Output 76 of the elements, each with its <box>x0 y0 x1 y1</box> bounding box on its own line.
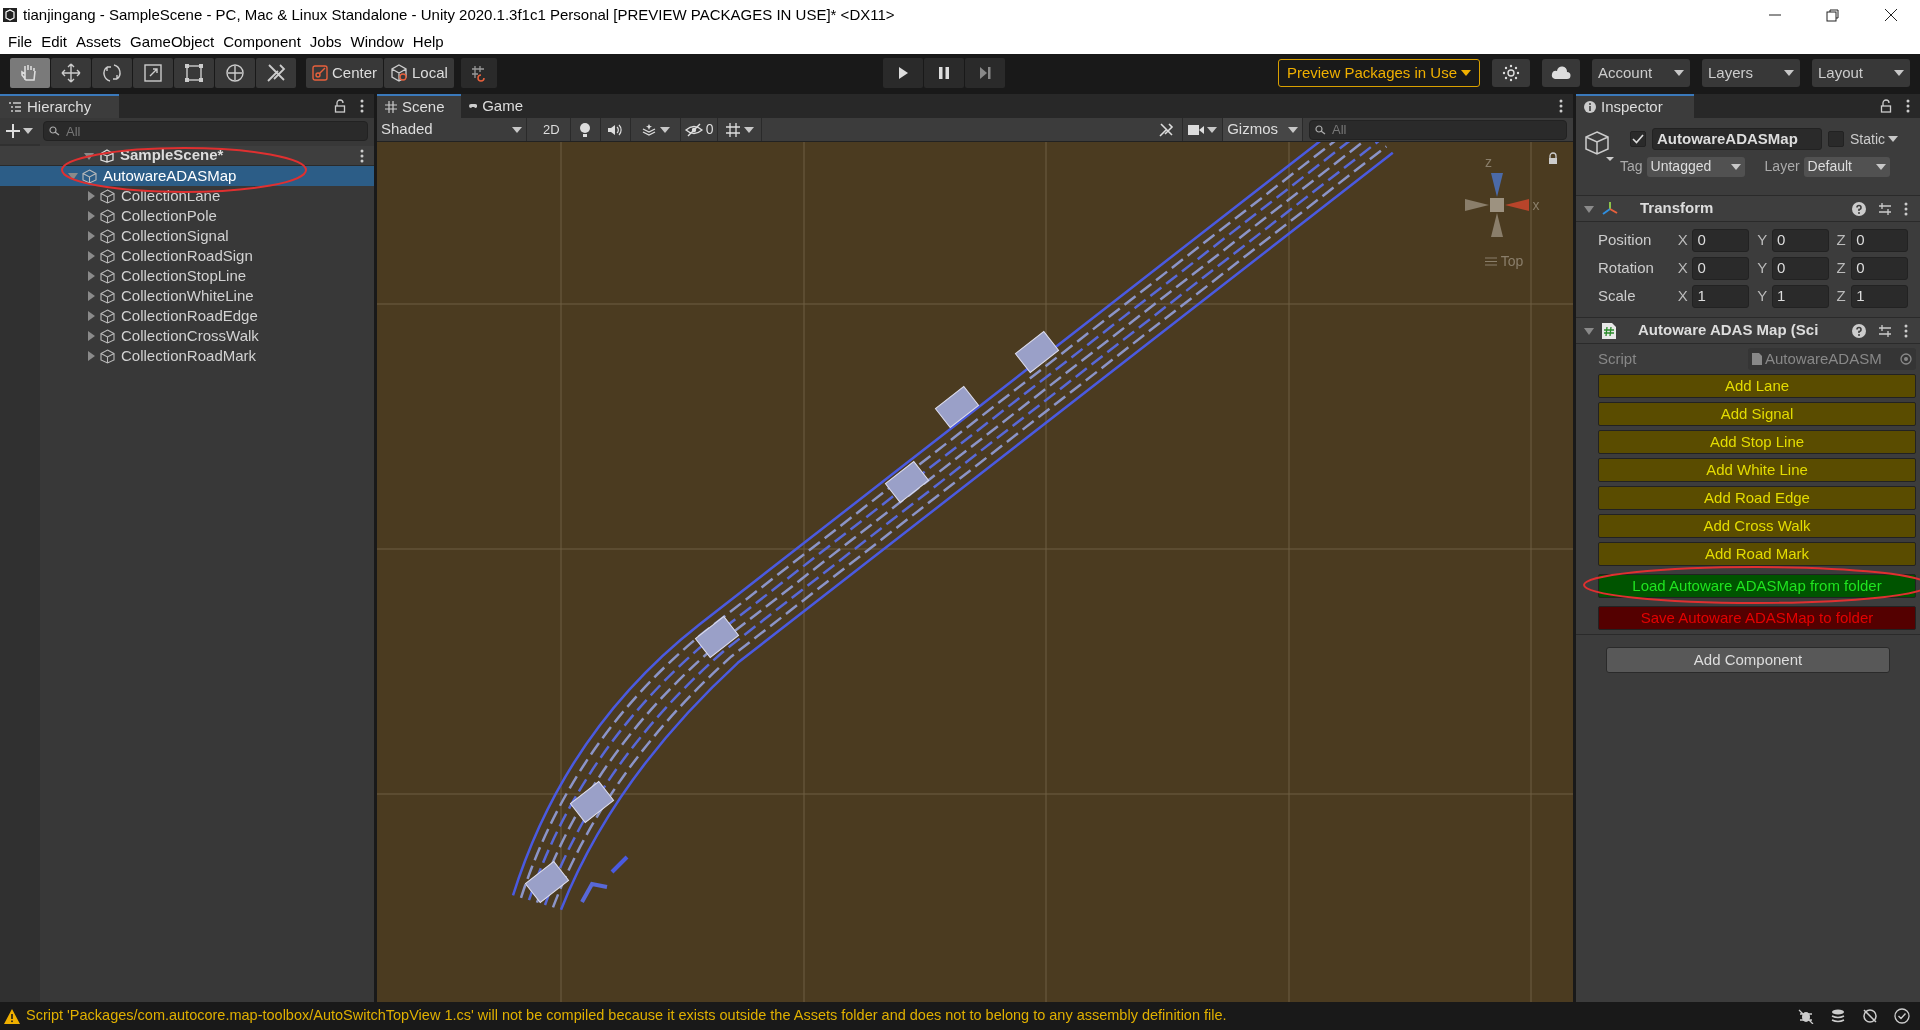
gizmos-dropdown[interactable]: Gizmos <box>1223 118 1303 141</box>
axis-label: Y <box>1757 230 1769 251</box>
number-field[interactable]: 0 <box>1692 229 1750 252</box>
number-field[interactable]: 1 <box>1851 285 1908 308</box>
scene-header[interactable]: SampleScene* <box>0 146 374 166</box>
hierarchy-item[interactable]: AutowareADASMap <box>0 166 374 186</box>
menu-item[interactable]: Help <box>408 30 448 54</box>
preview-packages-button[interactable]: Preview Packages in Use <box>1277 59 1480 87</box>
number-field[interactable]: 0 <box>1692 257 1750 280</box>
hierarchy-item[interactable]: CollectionRoadMark <box>0 346 374 366</box>
layout-dropdown[interactable]: Layout <box>1812 59 1910 87</box>
hidden-objects-toggle[interactable]: 0 <box>680 118 719 141</box>
hierarchy-item[interactable]: CollectionSignal <box>0 226 374 246</box>
number-field[interactable]: 1 <box>1692 285 1750 308</box>
shading-dropdown[interactable]: Shaded <box>377 118 527 141</box>
number-field[interactable]: 0 <box>1771 257 1829 280</box>
field-label: Scale <box>1598 286 1637 307</box>
axis-label: Z <box>1836 286 1847 307</box>
number-field[interactable]: 0 <box>1851 257 1908 280</box>
script-field: AutowareADASM <box>1748 348 1916 370</box>
layer-dropdown[interactable]: Default <box>1803 156 1890 177</box>
field-label: Script <box>1598 348 1638 369</box>
window-title: tianjingang - SampleScene - PC, Mac & Linux Standalone - Unity 2020.1.3f1c1 Personal [PREVIEW PACKAGES IN USE]* <DX11> <box>23 4 895 25</box>
axis-label: Y <box>1757 286 1769 307</box>
hierarchy-item[interactable]: CollectionWhiteLine <box>0 286 374 306</box>
layers-dropdown[interactable]: Layers <box>1702 59 1800 87</box>
map-action-button[interactable]: Add Stop Line <box>1598 430 1916 454</box>
pivot-button[interactable]: Center <box>306 58 384 88</box>
panel-tab[interactable]: Scene <box>377 94 461 118</box>
panel-tab[interactable]: Inspector <box>1576 94 1694 118</box>
map-action-button[interactable]: Add Road Edge <box>1598 486 1916 510</box>
axis-label: Z <box>1836 230 1847 251</box>
search-field[interactable]: All <box>43 121 368 141</box>
menu-item[interactable]: GameObject <box>126 30 219 54</box>
object-name-field[interactable]: AutowareADASMap <box>1652 128 1822 150</box>
axis-label: Z <box>1836 258 1847 279</box>
hierarchy-item[interactable]: CollectionRoadEdge <box>0 306 374 326</box>
axis-label: Y <box>1757 258 1769 279</box>
search-field[interactable]: All <box>1309 119 1567 140</box>
axis-label: z <box>1485 153 1492 172</box>
map-action-button[interactable]: Add Cross Walk <box>1598 514 1916 538</box>
hierarchy-item[interactable]: CollectionCrossWalk <box>0 326 374 346</box>
axis-label: X <box>1677 230 1689 251</box>
number-field[interactable]: 0 <box>1851 229 1908 252</box>
panel-tab[interactable]: Hierarchy <box>0 94 119 118</box>
menu-item[interactable]: Edit <box>37 30 72 54</box>
map-action-button[interactable]: Add Lane <box>1598 374 1916 398</box>
account-dropdown[interactable]: Account <box>1592 59 1690 87</box>
static-dropdown[interactable]: Static <box>1850 128 1898 150</box>
menu-item[interactable]: Window <box>346 30 408 54</box>
map-action-button[interactable]: Add Road Mark <box>1598 542 1916 566</box>
menu-item[interactable]: Assets <box>72 30 126 54</box>
tag-dropdown[interactable]: Untagged <box>1646 156 1745 177</box>
number-field[interactable]: 1 <box>1771 285 1829 308</box>
map-action-button[interactable]: Add Signal <box>1598 402 1916 426</box>
axis-label: X <box>1677 258 1689 279</box>
2d-toggle[interactable]: 2D <box>533 118 571 141</box>
axis-label: X <box>1677 286 1689 307</box>
add-component-button[interactable]: Add Component <box>1606 647 1890 673</box>
map-action-button[interactable]: Add White Line <box>1598 458 1916 482</box>
field-label: Rotation <box>1598 258 1655 279</box>
field-label: Position <box>1598 230 1653 251</box>
field-label: Tag <box>1620 157 1643 176</box>
field-label: Layer <box>1764 157 1800 176</box>
status-message[interactable]: Script 'Packages/com.autocore.map-toolbox/AutoSwitchTopView 1.cs' will not be compiled because it exists outside the Assets folder and does not to belong to any assembly definition file. <box>26 1005 1227 1027</box>
hierarchy-item[interactable]: CollectionLane <box>0 186 374 206</box>
axis-label: x <box>1532 195 1540 215</box>
menu-item[interactable]: Component <box>219 30 305 54</box>
space-button[interactable]: Local <box>384 58 454 88</box>
map-action-button[interactable]: Load Autoware ADASMap from folder <box>1598 574 1916 598</box>
hierarchy-item[interactable]: CollectionPole <box>0 206 374 226</box>
number-field[interactable]: 0 <box>1771 229 1829 252</box>
hierarchy-item[interactable]: CollectionStopLine <box>0 266 374 286</box>
menu-item[interactable]: Jobs <box>305 30 346 54</box>
hierarchy-item[interactable]: CollectionRoadSign <box>0 246 374 266</box>
menu-item[interactable]: File <box>4 30 37 54</box>
